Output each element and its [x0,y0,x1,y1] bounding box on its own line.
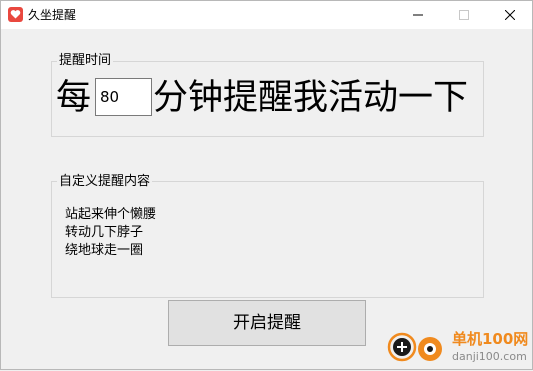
heart-app-icon [8,7,23,22]
watermark-logo-icon [385,327,449,367]
minutes-suffix-label: 分钟提醒我活动一下 [153,78,469,118]
reminder-content-legend: 自定义提醒内容 [57,174,153,190]
title-bar[interactable]: 久坐提醒 [1,1,532,29]
reminder-content-line: 站起来伸个懒腰 [65,207,157,222]
minimize-icon [413,14,423,16]
window-title: 久坐提醒 [28,8,77,22]
start-reminder-button[interactable]: 开启提醒 [168,300,366,346]
watermark-text: 单机100网 [452,330,529,348]
watermark-url: danji100.com [452,350,527,363]
minutes-input[interactable] [95,78,152,116]
reminder-content-textarea[interactable]: 站起来伸个懒腰 转动几下脖子 绕地球走一圈 [65,206,465,286]
reminder-content-line: 绕地球走一圈 [65,243,144,258]
reminder-time-legend: 提醒时间 [57,53,114,69]
maximize-button[interactable] [442,1,486,29]
every-label: 每 [56,78,92,118]
minimize-button[interactable] [396,1,440,29]
close-button[interactable] [488,1,532,29]
maximize-icon [459,10,469,20]
close-icon [505,10,515,20]
app-window: 久坐提醒 提醒时间 每 分钟提醒我活动一下 自定义提醒内容 站起来伸个懒腰 转动… [0,0,533,370]
reminder-content-line: 转动几下脖子 [65,225,144,240]
